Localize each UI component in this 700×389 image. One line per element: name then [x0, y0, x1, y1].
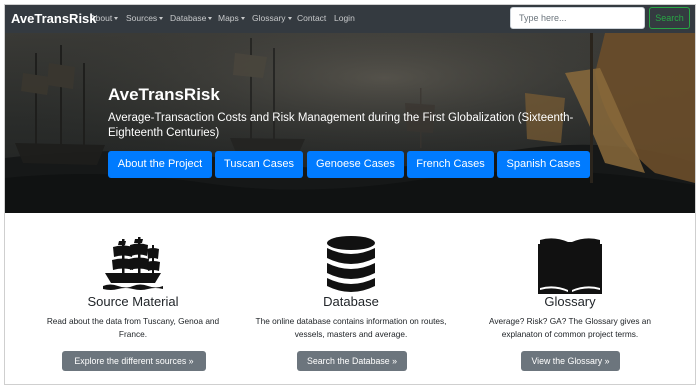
feature-title-database: Database [323, 294, 379, 309]
feature-title-source-material: Source Material [87, 294, 179, 309]
view-glossary-button[interactable]: View the Glossary » [521, 351, 620, 371]
search-database-button[interactable]: Search the Database » [297, 351, 407, 371]
feature-title-glossary: Glossary [544, 294, 596, 309]
caret-down-icon [208, 17, 213, 20]
nav-item-login[interactable]: Login [334, 13, 355, 23]
about-project-button[interactable]: About the Project [108, 151, 212, 178]
tuscan-cases-button[interactable]: Tuscan Cases [215, 151, 303, 178]
spanish-cases-button[interactable]: Spanish Cases [497, 151, 590, 178]
feature-text-glossary: Average? Risk? GA? The Glossary gives an… [488, 316, 652, 339]
explore-sources-button[interactable]: Explore the different sources » [62, 351, 206, 371]
nav-item-database[interactable]: Database [170, 13, 213, 23]
hero-banner: AveTransRisk Average-Transaction Costs a… [5, 33, 695, 213]
book-icon [538, 238, 602, 294]
nav-item-maps[interactable]: Maps [218, 13, 245, 23]
caret-down-icon [114, 17, 119, 20]
caret-down-icon [240, 17, 245, 20]
database-icon [327, 236, 375, 292]
feature-text-database: The online database contains information… [255, 316, 447, 339]
nav-item-about[interactable]: About [90, 13, 119, 23]
french-cases-button[interactable]: French Cases [407, 151, 494, 178]
navbar: AveTransRisk About Sources Database Maps… [5, 5, 695, 33]
ship-icon [103, 237, 163, 290]
genoese-cases-button[interactable]: Genoese Cases [307, 151, 404, 178]
search-input[interactable] [510, 7, 645, 29]
feature-text-source-material: Read about the data from Tuscany, Genoa … [46, 316, 220, 339]
nav-item-sources[interactable]: Sources [126, 13, 164, 23]
nav-item-glossary[interactable]: Glossary [252, 13, 292, 23]
caret-down-icon [287, 17, 292, 20]
hero-subtitle: Average-Transaction Costs and Risk Manag… [108, 112, 574, 139]
brand-logo[interactable]: AveTransRisk [11, 11, 97, 26]
nav-item-contact[interactable]: Contact [297, 13, 326, 23]
page: AveTransRisk About Sources Database Maps… [4, 4, 696, 385]
hero-title: AveTransRisk [108, 85, 220, 104]
search-button[interactable]: Search [649, 7, 690, 29]
caret-down-icon [159, 17, 164, 20]
